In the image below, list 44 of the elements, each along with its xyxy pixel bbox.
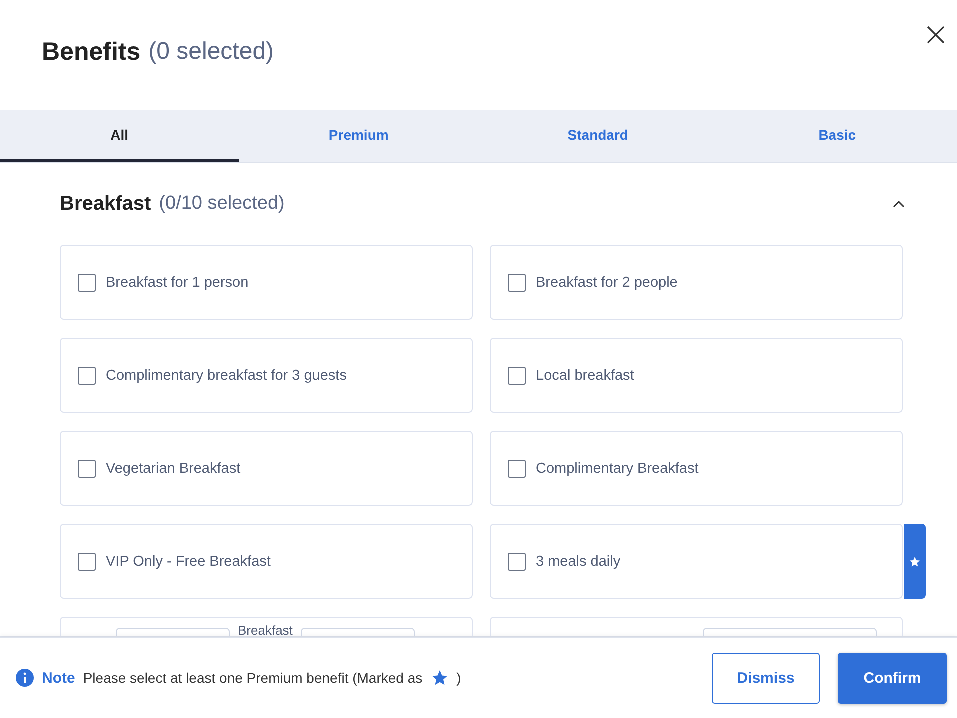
benefit-card[interactable]: Vegetarian Breakfast — [60, 431, 473, 506]
checkbox[interactable] — [78, 552, 96, 570]
benefit-label: Breakfast for 2 people — [536, 274, 678, 290]
chevron-up-icon — [893, 200, 905, 208]
benefit-label: Vegetarian Breakfast — [106, 460, 241, 476]
dismiss-button[interactable]: Dismiss — [712, 652, 820, 704]
note-label: Note — [42, 670, 76, 686]
selected-count: (0 selected) — [148, 38, 274, 66]
benefit-label: Breakfast — [238, 624, 293, 636]
close-icon — [927, 26, 945, 44]
checkbox[interactable] — [508, 552, 526, 570]
note-text: Please select at least one Premium benefit (Marked as — [83, 670, 423, 686]
benefit-card[interactable]: Breakfast for 1 person — [60, 245, 473, 320]
benefit-label: 3 meals daily — [536, 554, 621, 570]
checkbox[interactable] — [78, 460, 96, 478]
benefit-card[interactable]: Complimentary breakfast for 3 guests — [60, 338, 473, 413]
benefit-card[interactable]: Breakfast for 2 people — [490, 245, 903, 320]
benefit-label: VIP Only - Free Breakfast — [106, 554, 271, 570]
checkbox[interactable] — [78, 274, 96, 292]
benefit-card[interactable]: VIP Only - Free Breakfast — [60, 524, 473, 599]
note-text: ) — [456, 670, 462, 686]
tab[interactable]: Basic — [718, 110, 957, 162]
section-title: Breakfast — [60, 192, 152, 216]
info-icon — [16, 669, 34, 687]
benefit-label: Complimentary breakfast for 3 guests — [106, 368, 347, 384]
benefit-card[interactable]: Complimentary Breakfast — [490, 431, 903, 506]
confirm-button[interactable]: Confirm — [838, 652, 947, 704]
star-icon — [909, 556, 921, 568]
dialog-title: Benefits — [42, 38, 141, 66]
benefit-label: Complimentary Breakfast — [536, 460, 699, 476]
star-icon — [430, 669, 449, 687]
close-button[interactable] — [925, 24, 947, 46]
benefit-card[interactable]: 3 meals daily — [490, 524, 903, 599]
checkbox[interactable] — [508, 460, 526, 478]
checkbox[interactable] — [508, 366, 526, 384]
checkbox[interactable] — [508, 274, 526, 292]
benefit-label: Local breakfast — [536, 368, 634, 384]
tab[interactable]: Standard — [478, 110, 718, 162]
checkbox[interactable] — [78, 366, 96, 384]
tab[interactable]: Premium — [239, 110, 478, 162]
section-count: (0/10 selected) — [159, 193, 285, 215]
benefit-label: Breakfast for 1 person — [106, 274, 249, 290]
benefit-card[interactable]: Local breakfast — [490, 338, 903, 413]
tab[interactable]: All — [0, 110, 240, 162]
